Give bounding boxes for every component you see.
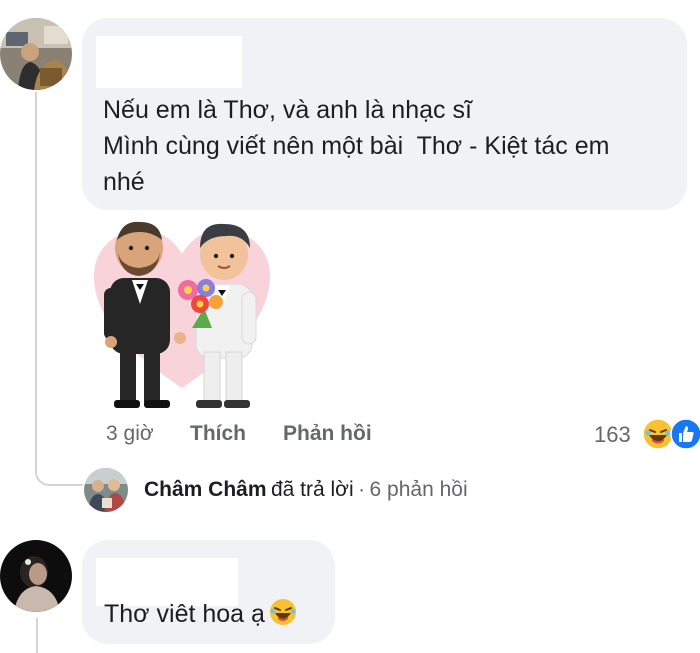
laugh-emoji-icon: [269, 598, 297, 626]
replier-avatar[interactable]: [84, 468, 128, 512]
reply-verb: đã trả lời: [270, 478, 354, 501]
reply-count: 6 phản hồi: [369, 478, 468, 501]
commenter-avatar[interactable]: [0, 18, 72, 90]
replier-name: Châm Châm: [144, 478, 267, 501]
comment2-text: Thơ viêt hoa ạ: [104, 600, 265, 628]
commenter-name-redacted: [96, 36, 242, 88]
reply-button[interactable]: Phản hồi: [283, 422, 372, 446]
reaction-summary[interactable]: 163: [594, 414, 700, 454]
commenter2-avatar[interactable]: [0, 540, 72, 612]
like-button[interactable]: Thích: [190, 422, 246, 446]
wedding-couple-sticker: [92, 218, 272, 410]
thread-connector: [35, 92, 83, 486]
like-reaction-icon: [670, 418, 700, 450]
comment-text: Nếu em là Thơ, và anh là nhạc sĩ Mình cù…: [103, 96, 610, 196]
dot-separator: ·: [358, 478, 366, 501]
thread-line-bottom: [36, 618, 38, 653]
reaction-count: 163: [594, 422, 631, 447]
view-replies-link[interactable]: Châm Châm đã trả lời · 6 phản hồi: [144, 478, 468, 502]
comment-timestamp[interactable]: 3 giờ: [106, 422, 154, 446]
comment2-bubble[interactable]: Thơ viêt hoa ạ: [82, 540, 335, 644]
comment-bubble[interactable]: Nếu em là Thơ, và anh là nhạc sĩ Mình cù…: [82, 18, 687, 210]
